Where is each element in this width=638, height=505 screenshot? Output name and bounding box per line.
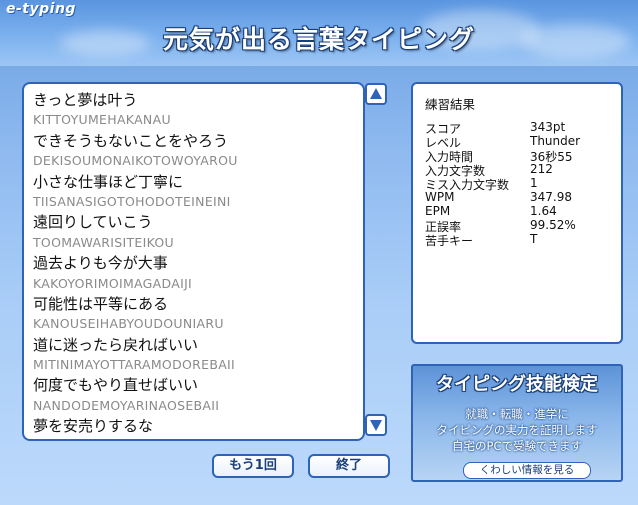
typing-certification-banner[interactable]: タイピング技能検定 就職・転職・進学に タイピングの実力を証明します 自宅のPC… [411,364,623,482]
text-line-romaji: TIISANASIGOTOHODOTEINEINI [33,193,231,209]
ad-text-line: タイピングの実力を証明します [436,423,598,437]
scroll-down-button[interactable] [365,414,387,436]
text-line-jp: 遠回りしていこう [33,213,153,232]
etyping-logo: e-typing [6,1,76,17]
ad-title: タイピング技能検定 [436,374,598,395]
page-title: 元気が出る言葉タイピング [162,25,475,54]
ad-text-line: 就職・転職・進学に [465,407,569,421]
text-line-romaji: DEKISOUMONAIKOTOWOYAROU [33,153,238,169]
text-line-jp: できそうもないことをやろう [33,131,229,150]
result-value: 99.52% [530,218,576,232]
retry-button[interactable]: もう1回 [212,454,294,478]
end-button[interactable]: 終了 [308,454,390,478]
typed-lines-list: きっと夢は叶う KITTOYUMEHAKANAU できそうもないことをやろう D… [33,90,238,437]
text-line-romaji: MITINIMAYOTTARAMODOREBAII [33,357,236,373]
result-label: 苦手キー [425,234,474,248]
text-line-jp: 可能性は平等にある [33,294,169,313]
result-value: 343pt [530,120,566,134]
result-value: 347.98 [530,190,572,204]
results-panel: 練習結果 スコア 343pt レベル Thunder 入力時間 36秒55 入力… [411,82,623,344]
text-line-romaji: KANOUSEIHABYOUDOUNIARU [33,316,224,332]
text-line-jp: 何度でもやり直せばいい [33,376,199,395]
result-value: T [530,232,538,246]
text-line-romaji: KITTOYUMEHAKANAU [33,112,171,128]
ad-text-line: 自宅のPCで受験できます [452,439,582,453]
text-line-romaji: NANDODEMOYARINAOSEBAII [33,397,220,413]
text-line-romaji: KAKOYORIMOIMAGADAIJI [33,275,193,291]
result-value: 212 [530,162,553,176]
triangle-down-icon [370,420,382,431]
text-line-jp: きっと夢は叶う [33,91,138,109]
header-banner: e-typing 元気が出る言葉タイピング [0,0,638,66]
text-line-jp: 小さな仕事ほど丁寧に [33,172,184,191]
triangle-up-icon [370,88,382,99]
text-line-jp: 夢を安売りするな [33,417,154,436]
result-label: EPM [425,204,451,218]
text-line-romaji: TOOMAWARISITEIKOU [33,234,175,250]
results-title: 練習結果 [425,97,476,112]
result-value: 1 [530,176,538,190]
more-info-button[interactable]: くわしい情報を見る [463,462,591,479]
scroll-up-button[interactable] [365,83,387,105]
result-value: 1.64 [530,204,557,218]
text-line-jp: 道に迷ったら戻ればいい [33,335,199,354]
typed-text-panel: きっと夢は叶う KITTOYUMEHAKANAU できそうもないことをやろう D… [22,82,365,441]
result-label: WPM [425,190,455,204]
result-value: Thunder [530,134,581,148]
text-line-jp: 過去よりも今が大事 [33,254,168,273]
